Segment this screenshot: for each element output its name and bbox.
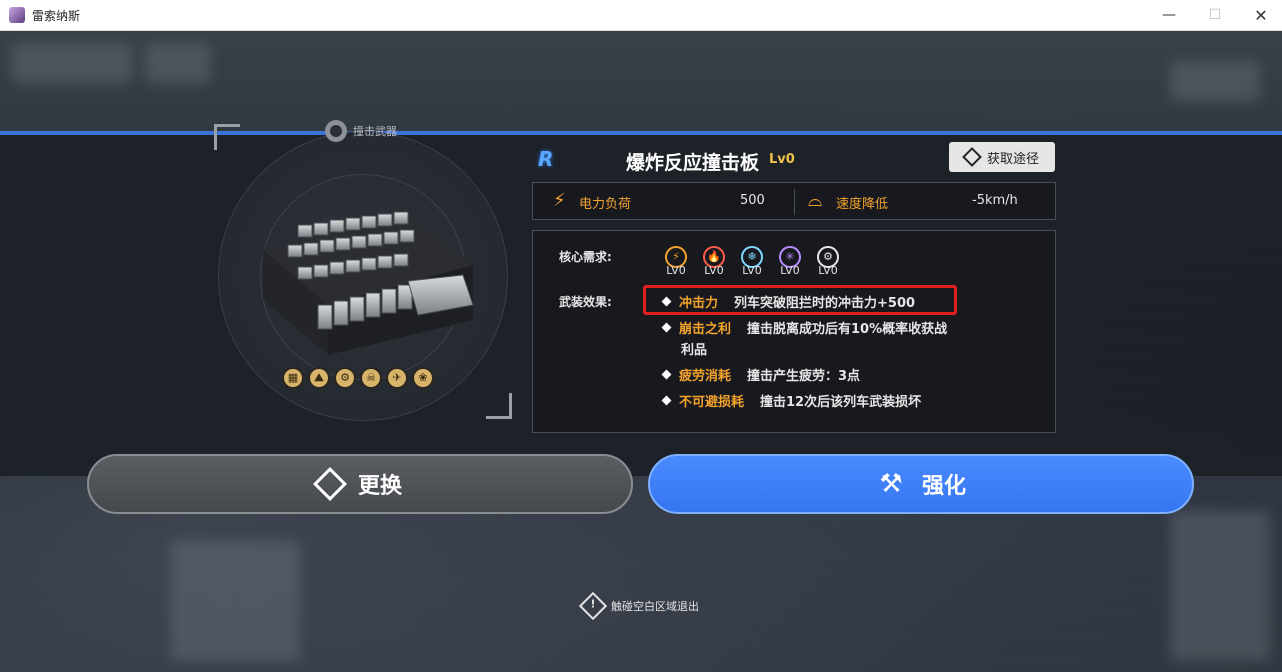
core-slot[interactable]: 🔥 LV0 bbox=[700, 246, 728, 282]
upgrade-button[interactable]: ⚒ 强化 bbox=[648, 454, 1194, 514]
power-load-label: 电力负荷 bbox=[579, 197, 632, 212]
trait-badge-icon[interactable]: ☠ bbox=[360, 367, 382, 389]
annotation-highlight-box bbox=[643, 285, 957, 315]
impact-weapon-icon bbox=[325, 120, 347, 142]
effect-row: 崩击之利 撞击脱离成功后有10%概率收获战 bbox=[661, 318, 948, 337]
reactive-armor-plate-image bbox=[263, 211, 474, 355]
effect-text: 撞击产生疲劳：3点 bbox=[747, 369, 861, 384]
frame-corner bbox=[214, 124, 240, 150]
effect-name: 崩击之利 bbox=[679, 322, 732, 337]
core-level: LV0 bbox=[742, 264, 762, 277]
rarity-r-icon: R bbox=[538, 147, 554, 171]
detail-box: 核心需求: ⚡ LV0 🔥 LV0 ❄ LV0 ✳ LV0 ⚙ LV0 武装效果… bbox=[532, 230, 1056, 433]
speed-reduction-label: 速度降低 bbox=[836, 197, 889, 212]
swap-button-label: 更换 bbox=[357, 474, 402, 499]
weapon-category: 撞击武器 bbox=[325, 120, 397, 142]
swap-button[interactable]: 更换 bbox=[87, 454, 633, 514]
hammer-icon: ⚒ bbox=[879, 469, 903, 499]
effect-text: 撞击12次后该列车武装损坏 bbox=[760, 395, 922, 410]
acquire-source-button[interactable]: 获取途径 bbox=[949, 142, 1055, 172]
weapon-traits: ▦ ⛰ ⚙ ☠ ✈ ❀ bbox=[282, 367, 434, 389]
core-level: LV0 bbox=[818, 264, 838, 277]
core-slot[interactable]: ✳ LV0 bbox=[776, 246, 804, 282]
background-blur bbox=[145, 43, 210, 83]
speedometer-icon: ⌓ bbox=[808, 190, 823, 211]
upgrade-button-label: 强化 bbox=[921, 474, 966, 499]
core-slot[interactable]: ❄ LV0 bbox=[738, 246, 766, 282]
core-slot[interactable]: ⚙ LV0 bbox=[814, 246, 842, 282]
effect-row: 不可避损耗 撞击12次后该列车武装损坏 bbox=[661, 391, 922, 410]
window-title: 雷索纳斯 bbox=[32, 9, 81, 23]
core-slot[interactable]: ⚡ LV0 bbox=[662, 246, 690, 282]
weapon-category-label: 撞击武器 bbox=[353, 125, 397, 138]
close-button[interactable]: ✕ bbox=[1238, 0, 1282, 31]
swap-diamond-icon bbox=[313, 467, 347, 501]
trait-badge-icon[interactable]: ⛰ bbox=[308, 367, 330, 389]
effect-name: 不可避损耗 bbox=[679, 395, 745, 410]
effect-text: 利品 bbox=[681, 343, 708, 358]
background-blur bbox=[1170, 511, 1270, 661]
frame-corner bbox=[486, 393, 512, 419]
acquire-source-label: 获取途径 bbox=[986, 151, 1039, 167]
warning-icon: ! bbox=[578, 591, 608, 621]
equipment-effect-label: 武装效果: bbox=[559, 295, 612, 309]
diamond-bullet-icon bbox=[661, 322, 672, 333]
core-level: LV0 bbox=[780, 264, 800, 277]
item-level: Lv0 bbox=[769, 152, 795, 167]
maximize-button[interactable]: ☐ bbox=[1192, 0, 1238, 31]
effect-name: 疲劳消耗 bbox=[679, 369, 732, 384]
diamond-bullet-icon bbox=[661, 369, 672, 380]
trait-badge-icon[interactable]: ❀ bbox=[412, 367, 434, 389]
trait-badge-icon[interactable]: ▦ bbox=[282, 367, 304, 389]
app-icon bbox=[9, 7, 25, 23]
background-blur bbox=[170, 541, 300, 661]
arrow-diamond-icon bbox=[962, 147, 982, 167]
exit-hint-text: 触碰空白区域退出 bbox=[611, 600, 699, 613]
window-titlebar: 雷索纳斯 — ☐ ✕ bbox=[0, 0, 1282, 31]
effect-row: 疲劳消耗 撞击产生疲劳：3点 bbox=[661, 365, 861, 384]
core-level: LV0 bbox=[704, 264, 724, 277]
lightning-icon: ⚡ bbox=[553, 190, 566, 211]
trait-badge-icon[interactable]: ⚙ bbox=[334, 367, 356, 389]
power-load-value: 500 bbox=[740, 193, 765, 208]
diamond-bullet-icon bbox=[661, 395, 672, 406]
minimize-button[interactable]: — bbox=[1146, 0, 1192, 31]
core-level: LV0 bbox=[666, 264, 686, 277]
stat-bar: ⚡ 电力负荷 500 ⌓ 速度降低 -5km/h bbox=[532, 182, 1056, 220]
effect-text: 撞击脱离成功后有10%概率收获战 bbox=[747, 322, 948, 337]
background-blur bbox=[1170, 61, 1260, 101]
speed-reduction-value: -5km/h bbox=[972, 193, 1018, 208]
stat-divider bbox=[794, 189, 795, 215]
effect-row-continuation: 利品 bbox=[681, 339, 707, 358]
exit-hint: ! 触碰空白区域退出 bbox=[578, 591, 699, 621]
item-name: 爆炸反应撞击板 bbox=[626, 152, 760, 174]
core-requirement-label: 核心需求: bbox=[559, 250, 612, 264]
background-blur bbox=[12, 43, 132, 83]
trait-badge-icon[interactable]: ✈ bbox=[386, 367, 408, 389]
